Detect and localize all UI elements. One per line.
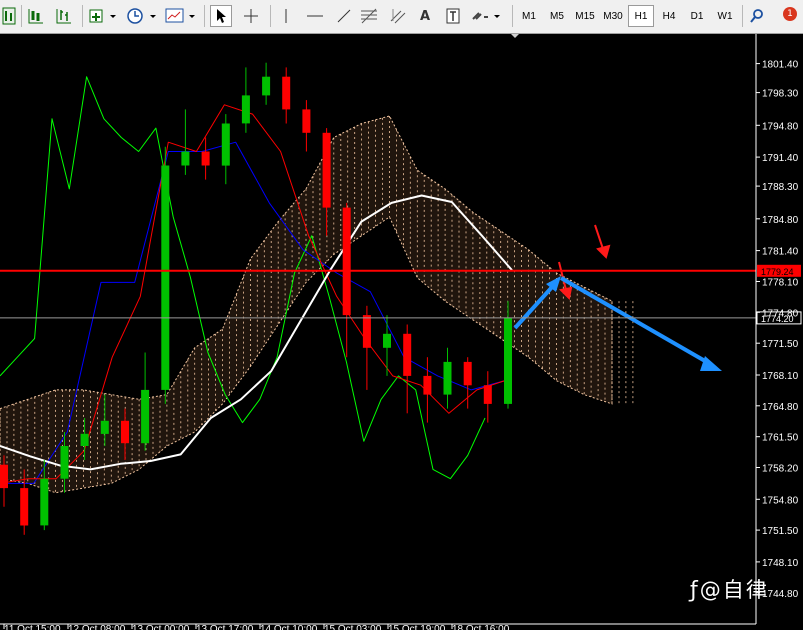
new-chart-icon[interactable] xyxy=(88,5,118,27)
price-tick-label: 1758.20 xyxy=(762,464,799,475)
time-tick-label: 13 Oct 00:00 xyxy=(132,624,190,630)
search-icon[interactable] xyxy=(748,5,766,27)
candle-body xyxy=(423,375,432,395)
watermark-logo: ƒ@自律 xyxy=(690,574,769,604)
candle-body xyxy=(80,433,89,446)
candle-body xyxy=(161,165,170,390)
time-tick-label: 11 Oct 15:00 xyxy=(4,624,61,630)
templates-icon[interactable] xyxy=(165,5,197,27)
watermark-text: @自律 xyxy=(699,578,769,602)
timeframe-h4[interactable]: H4 xyxy=(656,5,682,27)
candle-body xyxy=(322,132,331,208)
bar-chart-icon[interactable] xyxy=(2,5,16,27)
timeframe-h1[interactable]: H1 xyxy=(628,5,654,27)
time-tick-label: 12 Oct 08:00 xyxy=(68,624,126,630)
price-tick-label: 1791.40 xyxy=(762,153,799,164)
candle-body xyxy=(60,446,69,479)
candle-body xyxy=(201,151,210,166)
price-tick-label: 1751.50 xyxy=(762,526,799,537)
timeframe-m5[interactable]: M5 xyxy=(544,5,570,27)
crosshair-icon[interactable] xyxy=(240,5,262,27)
price-tick-label: 1768.10 xyxy=(762,371,799,382)
candle-body xyxy=(383,333,391,348)
candlestick-icon[interactable] xyxy=(26,5,46,27)
text-label-icon[interactable]: A xyxy=(416,5,434,27)
candle-body xyxy=(504,317,512,404)
price-tick-label: 1764.80 xyxy=(762,402,799,413)
toolbar-separator xyxy=(512,5,513,27)
horizontal-line-icon[interactable] xyxy=(304,5,326,27)
candle xyxy=(161,146,170,404)
candle-body xyxy=(342,207,351,316)
candle-body xyxy=(181,151,190,166)
candle-body xyxy=(100,420,109,434)
timeframe-d1[interactable]: D1 xyxy=(684,5,710,27)
candle-body xyxy=(20,488,29,526)
watermark-icon: ƒ xyxy=(690,578,700,603)
candle-body xyxy=(121,420,129,444)
timeframe-w1[interactable]: W1 xyxy=(712,5,738,27)
text-box-icon[interactable] xyxy=(444,5,462,27)
candle-body xyxy=(483,385,492,404)
candlestick-icon-2[interactable] xyxy=(54,5,74,27)
toolbar-separator xyxy=(21,5,22,27)
price-tick-label: 1801.40 xyxy=(762,60,799,71)
price-tick-label: 1781.40 xyxy=(762,247,799,258)
candle-body xyxy=(221,123,230,166)
time-tick-label: 13 Oct 17:00 xyxy=(196,624,254,630)
price-chart[interactable]: 1779.241774.20 1801.401798.301794.801791… xyxy=(0,34,803,630)
candle-body xyxy=(443,361,452,395)
timeframe-m1[interactable]: M1 xyxy=(516,5,542,27)
toolbar-separator xyxy=(82,5,83,27)
candle-body xyxy=(282,76,291,110)
timeframe-m30[interactable]: M30 xyxy=(600,5,626,27)
candle-body xyxy=(302,109,311,133)
candle-body xyxy=(141,389,150,444)
price-tick-label: 1748.10 xyxy=(762,558,799,569)
candle-body xyxy=(362,315,371,348)
time-tick-label: 14 Oct 10:00 xyxy=(260,624,318,630)
price-tick-label: 1774.80 xyxy=(762,308,799,319)
toolbar-separator xyxy=(270,5,271,27)
price-tick-label: 1761.50 xyxy=(762,433,799,444)
time-tick-label: 18 Oct 16:00 xyxy=(452,624,510,630)
price-tick-label: 1794.80 xyxy=(762,121,799,132)
channel-icon[interactable] xyxy=(388,5,410,27)
candle-body xyxy=(40,478,49,526)
timeframe-m15[interactable]: M15 xyxy=(572,5,598,27)
toolbar-separator xyxy=(204,5,205,27)
fibonacci-icon[interactable] xyxy=(358,5,380,27)
vertical-line-icon[interactable] xyxy=(278,5,294,27)
trendline-icon[interactable] xyxy=(334,5,354,27)
price-tick-label: 1778.10 xyxy=(762,278,799,289)
arrows-icon[interactable] xyxy=(470,5,506,27)
price-tick-label: 1798.30 xyxy=(762,89,799,100)
price-tick-label: 1788.30 xyxy=(762,182,799,193)
clock-icon[interactable] xyxy=(126,5,158,27)
candle-body xyxy=(262,76,271,96)
candle-body xyxy=(0,464,8,489)
time-tick-label: 15 Oct 19:00 xyxy=(388,624,446,630)
price-tick-label: 1754.80 xyxy=(762,495,799,506)
price-tick-label: 1771.50 xyxy=(762,339,799,350)
time-tick-label: 15 Oct 03:00 xyxy=(324,624,382,630)
candle-body xyxy=(403,333,412,376)
toolbar-separator xyxy=(742,5,743,27)
chart-background xyxy=(0,34,803,630)
candle-body xyxy=(463,361,472,386)
price-tick-label: 1784.80 xyxy=(762,215,799,226)
notification-badge[interactable]: 1 xyxy=(783,7,797,21)
candle-body xyxy=(241,95,250,124)
toolbar: A M1 M5 M15 M30 H1 H4 D1 W1 1 xyxy=(0,0,803,34)
price-level-label: 1779.24 xyxy=(761,267,794,277)
cursor-icon[interactable] xyxy=(210,5,232,27)
